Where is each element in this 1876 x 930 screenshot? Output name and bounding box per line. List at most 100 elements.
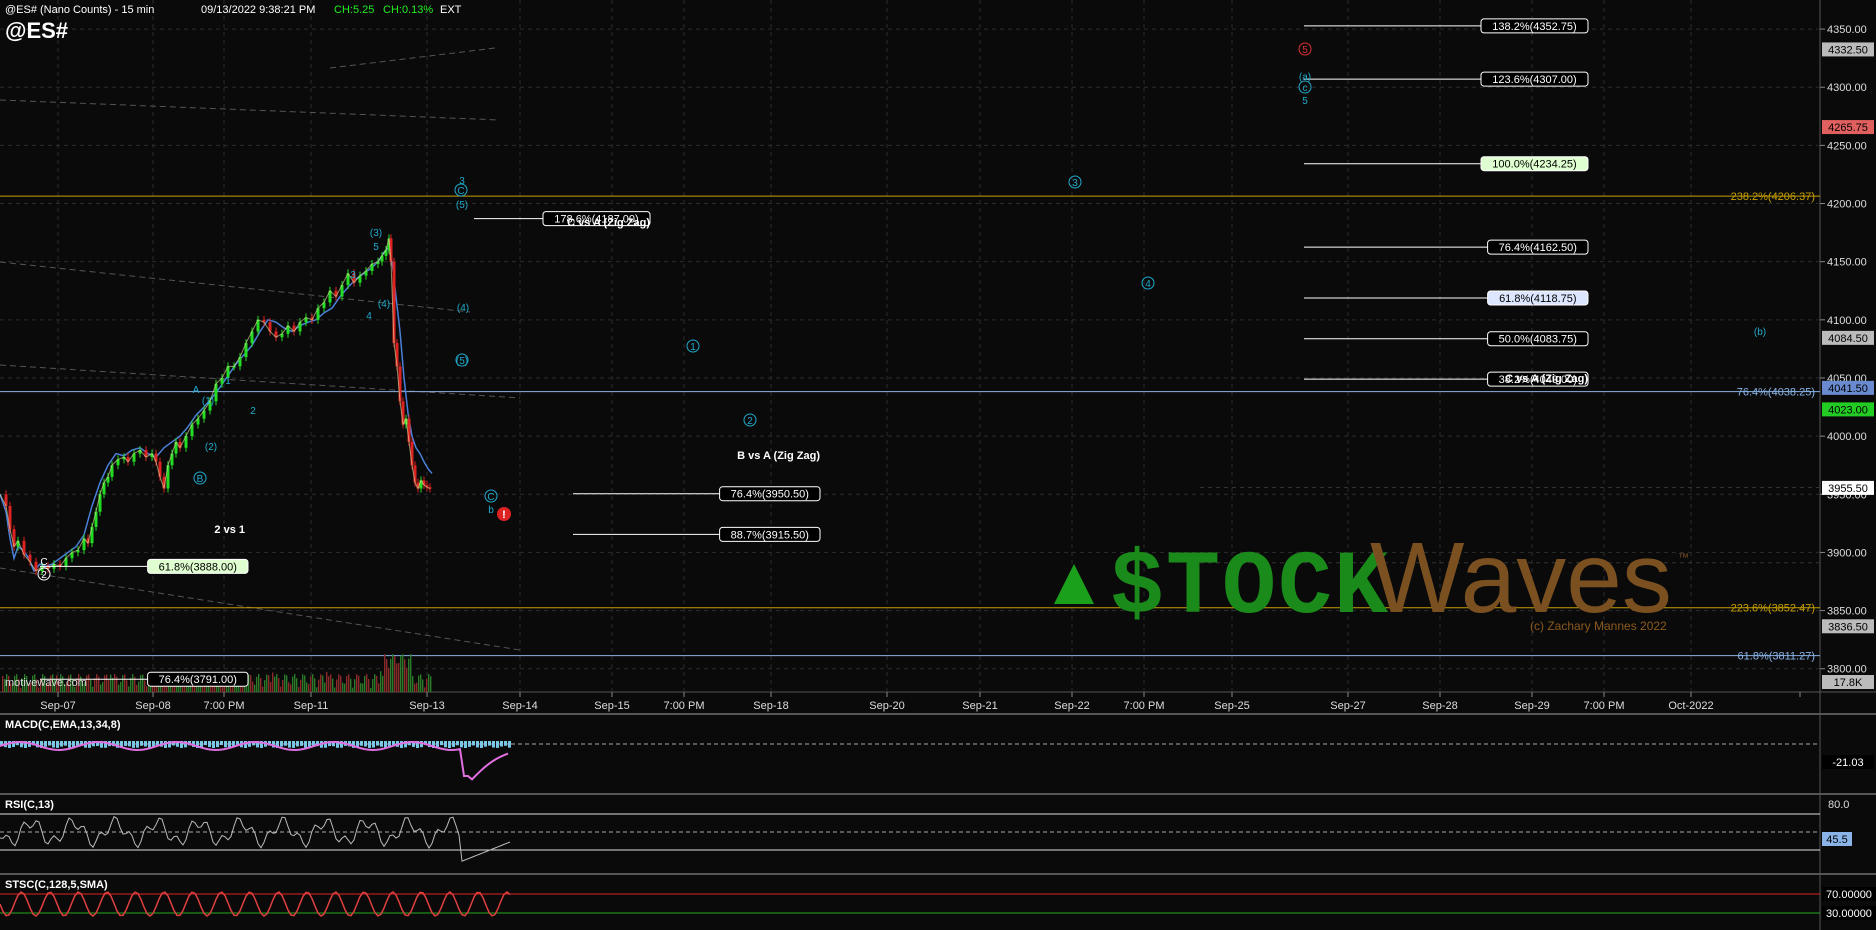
volume-bar <box>298 686 300 692</box>
x-tick-label: Sep-18 <box>753 700 788 712</box>
volume-bar <box>386 659 388 692</box>
wave-label: 1 <box>690 342 696 353</box>
volume-bar <box>262 686 264 692</box>
volume-bar <box>304 675 306 692</box>
fib-title: 2 vs 1 <box>214 524 245 536</box>
macd-histogram-bar <box>444 741 447 748</box>
x-tick-label: Sep-21 <box>962 700 997 712</box>
stoch-label-lower: 30.00000 <box>1826 908 1872 920</box>
volume-bar <box>356 674 358 692</box>
volume-bar <box>382 675 384 692</box>
fib-label-text: 50.0%(4083.75) <box>1499 334 1577 346</box>
macd-histogram-bar <box>300 741 303 746</box>
volume-bar <box>352 687 354 692</box>
macd-histogram-bar <box>216 741 219 748</box>
volume-bar <box>354 679 356 692</box>
wave-label: C <box>487 492 494 503</box>
alert-text: ! <box>502 509 506 521</box>
volume-bar <box>338 674 340 692</box>
price-chart[interactable]: 3800.003850.003900.003950.004000.004050.… <box>0 0 1876 930</box>
volume-bar <box>412 676 414 692</box>
watermark-copyright: (c) Zachary Mannes 2022 <box>1530 619 1667 633</box>
volume-bar <box>114 674 116 692</box>
volume-bar <box>286 675 288 692</box>
volume-bar <box>372 679 374 692</box>
overlay-label: 238.2%(4206.37) <box>1731 191 1815 203</box>
volume-bar <box>260 677 262 692</box>
wave-label: (5) <box>456 356 468 367</box>
macd-histogram-bar <box>132 741 135 748</box>
big-symbol: @ES# <box>5 18 68 43</box>
volume-bar <box>414 683 416 692</box>
y-tick-label: 4200.00 <box>1827 199 1867 211</box>
x-tick-label: Oct-2022 <box>1668 700 1713 712</box>
x-tick-label: Sep-25 <box>1214 700 1249 712</box>
x-tick-label: Sep-11 <box>294 700 329 712</box>
wave-label: (3) <box>370 228 382 239</box>
macd-histogram-bar <box>488 741 491 746</box>
y-tick-label: 3850.00 <box>1827 606 1867 618</box>
macd-histogram-bar <box>292 741 295 748</box>
volume-bar <box>274 676 276 692</box>
fib-label-text: 100.0%(4234.25) <box>1492 159 1576 171</box>
macd-histogram-bar <box>140 741 143 746</box>
fib-label-text: 88.7%(3915.50) <box>731 529 809 541</box>
x-tick-label: Sep-07 <box>40 700 75 712</box>
macd-histogram-bar <box>204 741 207 746</box>
site-label: motivewave.com <box>5 677 87 689</box>
y-tick-label: 4250.00 <box>1827 140 1867 152</box>
volume-bar <box>102 682 104 692</box>
macd-histogram-bar <box>360 741 363 746</box>
x-tick-label: Sep-22 <box>1054 700 1089 712</box>
volume-bar <box>380 671 382 692</box>
macd-histogram-bar <box>456 741 459 746</box>
volume-bar <box>392 654 394 692</box>
wave-label: (1) <box>202 396 214 407</box>
x-tick-label: Sep-27 <box>1330 700 1365 712</box>
price-badge-text: 3955.50 <box>1828 483 1868 495</box>
volume-bar <box>96 674 98 692</box>
macd-histogram-bar <box>436 741 439 748</box>
datetime: 09/13/2022 9:38:21 PM <box>201 4 315 16</box>
volume-bar <box>332 678 334 692</box>
volume-bar <box>296 678 298 692</box>
chart-background <box>0 0 1876 930</box>
watermark-tm: ™ <box>1678 552 1689 564</box>
volume-bar <box>374 674 376 692</box>
y-tick-label: 3800.00 <box>1827 664 1867 676</box>
wave-label: 4 <box>366 311 372 322</box>
macd-histogram-bar <box>508 741 511 748</box>
volume-bar <box>364 675 366 692</box>
volume-bar <box>314 678 316 692</box>
y-tick-label: 4100.00 <box>1827 315 1867 327</box>
macd-histogram-bar <box>472 741 475 746</box>
change-points: CH:5.25 <box>334 4 374 16</box>
overlay-label: 76.4%(4038.25) <box>1737 387 1815 399</box>
volume-bar <box>368 678 370 692</box>
volume-bar <box>394 655 396 692</box>
wave-label: 4 <box>1145 279 1151 290</box>
volume-bar <box>282 679 284 692</box>
x-tick-label: Sep-20 <box>869 700 904 712</box>
y-tick-label: 4000.00 <box>1827 431 1867 443</box>
x-tick-label: 7:00 PM <box>664 700 705 712</box>
volume-bar <box>136 684 138 692</box>
stockwaves-watermark: $TOCK Waves ™ (c) Zachary Mannes 2022 <box>1054 522 1689 640</box>
volume-bar <box>138 681 140 692</box>
wave-label: 3 <box>1072 178 1078 189</box>
volume-bar <box>226 686 228 692</box>
fib-label-text: 61.8%(4118.75) <box>1499 293 1576 305</box>
volume-bar <box>420 674 422 692</box>
indicator-name: STSC(C,128,5,SMA) <box>5 879 108 891</box>
volume-bar <box>120 681 122 692</box>
fib-label-text: 76.4%(3950.50) <box>731 489 809 501</box>
volume-bar <box>362 683 364 692</box>
volume-bar <box>208 685 210 692</box>
volume-bar <box>108 680 110 692</box>
wave-label: (2) <box>205 442 217 453</box>
macd-value-text: -21.03 <box>1832 757 1863 769</box>
wave-label: 3 <box>350 270 356 281</box>
overlay-label: 61.8%(3811.27) <box>1738 651 1815 663</box>
x-tick-label: 7:00 PM <box>1124 700 1165 712</box>
wave-label: 2 <box>41 570 47 581</box>
